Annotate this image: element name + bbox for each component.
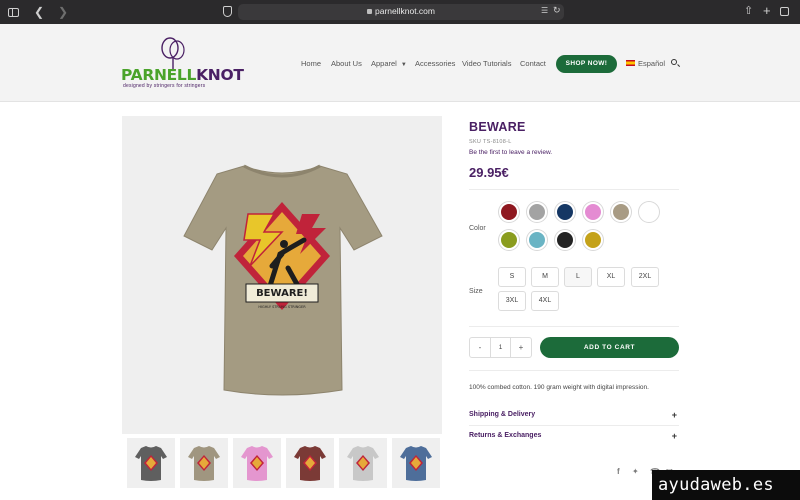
browser-toolbar: ❮ ❯ parnellknot.com ☰ ↻ ⇧ + [0, 0, 800, 24]
spain-flag-icon [626, 60, 635, 66]
share-icon[interactable]: ⇧ [744, 4, 753, 17]
url-text: parnellknot.com [374, 6, 435, 16]
address-bar[interactable]: parnellknot.com [238, 4, 564, 20]
nav-accessories[interactable]: Accessories [415, 59, 455, 68]
language-label: Español [638, 59, 666, 68]
color-label: Color [469, 225, 486, 232]
back-icon[interactable]: ❮ [31, 5, 47, 19]
forward-icon[interactable]: ❯ [55, 5, 71, 19]
size-option-3xl[interactable]: 3XL [498, 291, 526, 311]
plus-icon: + [671, 431, 677, 441]
nav-apparel[interactable]: Apparel ▼ [371, 59, 407, 68]
product-sku: SKU TS-8108-L [469, 139, 512, 145]
logo-racket-icon [161, 37, 185, 70]
color-swatch-6[interactable] [639, 202, 659, 222]
divider [469, 326, 679, 327]
color-swatch-4[interactable] [583, 202, 603, 222]
product-description: 100% combed cotton. 190 gram weight with… [469, 384, 649, 391]
site-logo[interactable]: PARNELLKNOT designed by stringers for st… [121, 36, 244, 92]
thumbnail-6[interactable] [392, 438, 440, 488]
size-option-l[interactable]: L [564, 267, 592, 287]
product-price: 29.95€ [469, 165, 509, 180]
quantity-decrease-button[interactable]: - [470, 338, 490, 357]
nav-contact[interactable]: Contact [520, 59, 546, 68]
quantity-increase-button[interactable]: + [511, 338, 531, 357]
color-swatch-8[interactable] [527, 230, 547, 250]
shirt-graphic: BEWARE! HIGHLY STRUNG STRINGER [234, 202, 330, 310]
size-label: Size [469, 288, 483, 295]
chevron-down-icon: ▼ [400, 62, 407, 68]
thumbnail-4[interactable] [286, 438, 334, 488]
graphic-title: BEWARE! [256, 288, 308, 299]
nav-video-tutorials[interactable]: Video Tutorials [462, 59, 511, 68]
nav-apparel-label: Apparel [371, 59, 397, 68]
thumbnail-strip [122, 438, 442, 488]
lock-icon [366, 9, 372, 14]
logo-word-parnell: PARNELL [121, 66, 197, 84]
tshirt-image: BEWARE! HIGHLY STRUNG STRINGER [183, 164, 383, 396]
color-swatch-3[interactable] [555, 202, 575, 222]
twitter-icon[interactable]: ✦ [632, 467, 639, 476]
size-option-2xl[interactable]: 2XL [631, 267, 659, 287]
quantity-stepper: - 1 + [469, 337, 532, 358]
nav-home[interactable]: Home [301, 59, 321, 68]
sidebar-toggle-icon[interactable] [8, 7, 19, 17]
size-option-s[interactable]: S [498, 267, 526, 287]
logo-word-knot: KNOT [196, 66, 244, 84]
divider [469, 370, 679, 371]
tab-overview-icon[interactable] [780, 7, 789, 16]
accordion-returns[interactable]: Returns & Exchanges + [469, 431, 679, 444]
add-to-cart-button[interactable]: ADD TO CART [540, 337, 679, 358]
review-link[interactable]: Be the first to leave a review. [469, 149, 552, 156]
nav-about-us[interactable]: About Us [331, 59, 362, 68]
logo-wordmark: PARNELLKNOT [121, 66, 244, 84]
thumbnail-2[interactable] [180, 438, 228, 488]
color-swatch-2[interactable] [527, 202, 547, 222]
translate-icon[interactable]: ☰ [541, 6, 548, 15]
graphic-subtitle: HIGHLY STRUNG STRINGER [258, 305, 306, 309]
size-option-4xl[interactable]: 4XL [531, 291, 559, 311]
accordion-shipping[interactable]: Shipping & Delivery + [469, 410, 679, 423]
color-swatch-7[interactable] [499, 230, 519, 250]
language-switcher[interactable]: Español [626, 59, 665, 68]
quantity-input[interactable]: 1 [490, 338, 511, 357]
thumbnail-1[interactable] [127, 438, 175, 488]
new-tab-icon[interactable]: + [763, 3, 771, 18]
site-header: PARNELLKNOT designed by stringers for st… [0, 24, 800, 102]
plus-icon: + [671, 410, 677, 420]
logo-tagline: designed by stringers for stringers [123, 83, 206, 89]
color-swatch-5[interactable] [611, 202, 631, 222]
color-swatch-1[interactable] [499, 202, 519, 222]
accordion-shipping-title: Shipping & Delivery [469, 411, 536, 418]
shop-now-button[interactable]: SHOP NOW! [556, 55, 617, 73]
divider [469, 189, 679, 190]
color-swatch-9[interactable] [555, 230, 575, 250]
product-title: BEWARE [469, 120, 526, 134]
search-icon[interactable] [671, 59, 677, 65]
size-option-m[interactable]: M [531, 267, 559, 287]
divider [469, 425, 679, 426]
privacy-shield-icon[interactable] [223, 6, 232, 17]
reload-icon[interactable]: ↻ [553, 5, 561, 16]
facebook-icon[interactable]: f [617, 467, 620, 476]
product-main-image[interactable]: BEWARE! HIGHLY STRUNG STRINGER [122, 116, 442, 434]
watermark: ayudaweb.es [652, 470, 800, 500]
accordion-returns-title: Returns & Exchanges [469, 432, 542, 439]
size-option-xl[interactable]: XL [597, 267, 625, 287]
color-swatch-10[interactable] [583, 230, 603, 250]
thumbnail-3[interactable] [233, 438, 281, 488]
thumbnail-5[interactable] [339, 438, 387, 488]
